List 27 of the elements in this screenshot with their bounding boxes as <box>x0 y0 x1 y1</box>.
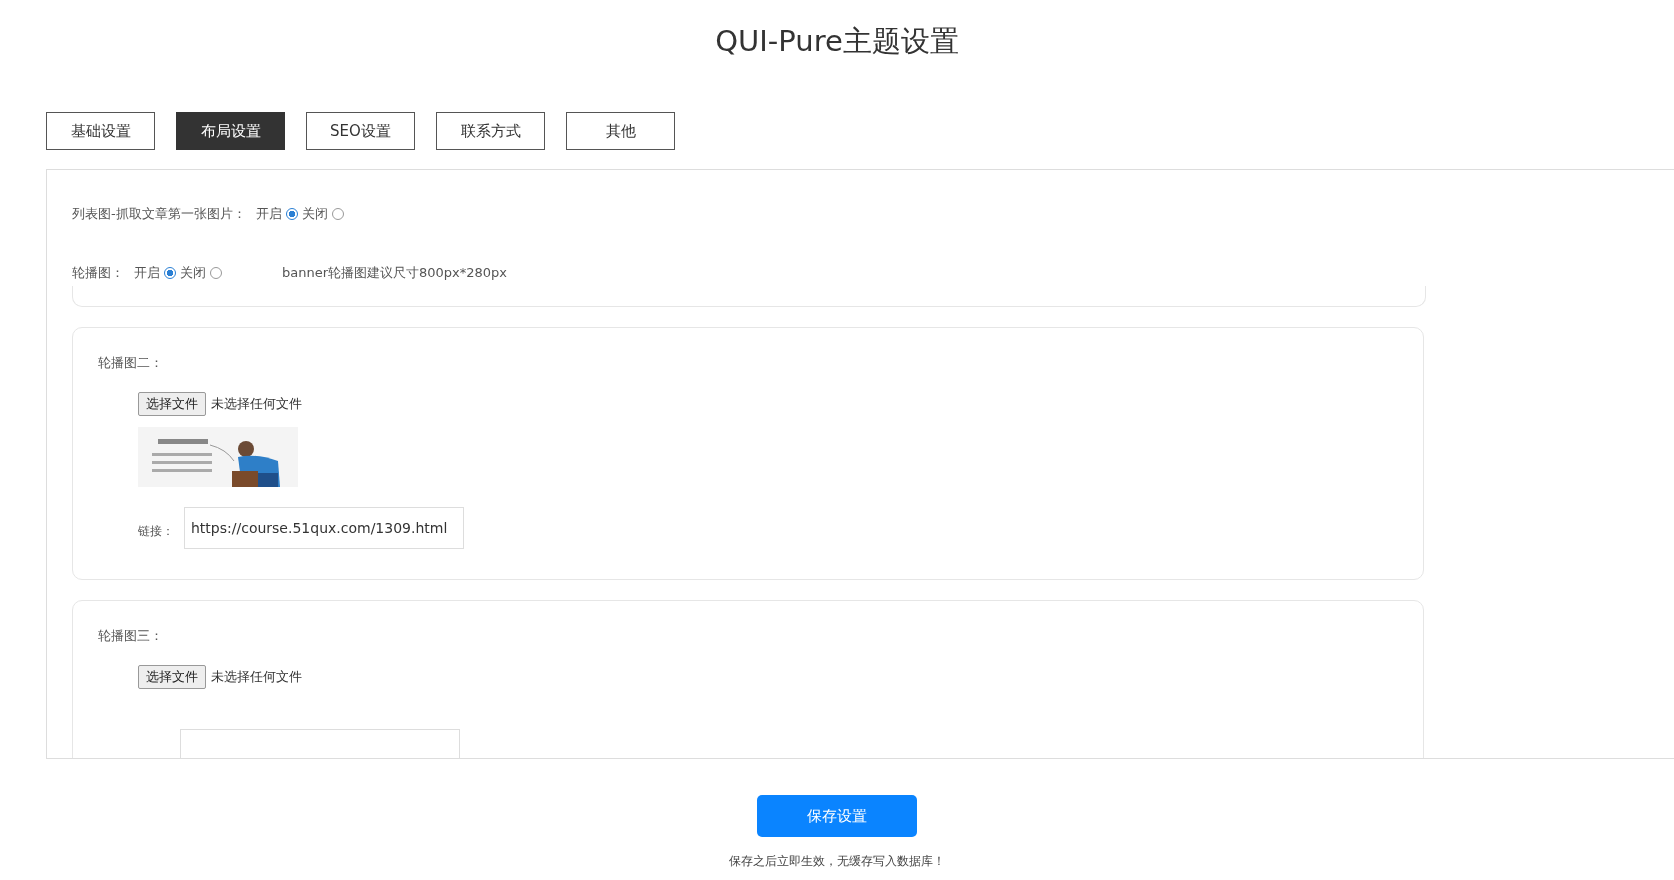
file-status: 未选择任何文件 <box>211 395 302 413</box>
setting-label: 列表图-抓取文章第一张图片： <box>72 205 246 223</box>
banner-title: 轮播图三： <box>98 627 164 645</box>
tab[interactable]: 联系方式 <box>436 112 545 150</box>
hint-text: banner轮播图建议尺寸800px*280px <box>282 264 508 282</box>
link-field[interactable]: https://course.51qux.com/1309.html <box>184 507 464 549</box>
setting-label: 轮播图： <box>72 264 124 282</box>
banner-title: 轮播图二： <box>98 354 164 372</box>
option-label: 关闭 <box>301 205 328 223</box>
option-label: 开启 <box>255 205 282 223</box>
radio-button[interactable] <box>285 208 298 220</box>
radio-button[interactable] <box>331 208 344 220</box>
save-button[interactable]: 保存设置 <box>757 795 917 837</box>
tab[interactable]: SEO设置 <box>306 112 415 150</box>
option-label: 开启 <box>134 264 160 282</box>
tab[interactable]: 布局设置 <box>176 112 285 150</box>
tab[interactable]: 其他 <box>566 112 675 150</box>
page-title: QUI-Pure主题设置 <box>714 23 960 60</box>
choose-file-button[interactable]: 选择文件 <box>138 392 206 416</box>
link-label: 链接： <box>138 522 174 540</box>
option-label: 关闭 <box>180 264 206 282</box>
radio-button[interactable] <box>210 267 222 279</box>
save-note: 保存之后立即生效，无缓存写入数据库！ <box>729 853 945 870</box>
choose-file-button[interactable]: 选择文件 <box>138 665 206 689</box>
file-status: 未选择任何文件 <box>211 668 302 686</box>
tab[interactable]: 基础设置 <box>46 112 155 150</box>
radio-button[interactable] <box>164 267 176 279</box>
